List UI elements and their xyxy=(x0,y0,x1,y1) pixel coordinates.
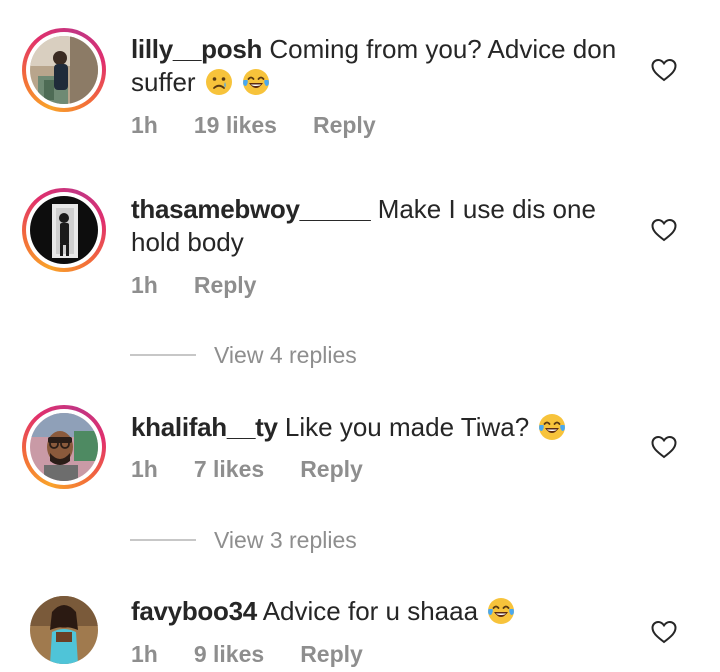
replies-divider xyxy=(130,539,196,541)
comment-time: 1h xyxy=(131,641,158,667)
comment-text: favyboo34 Advice for u shaaa xyxy=(131,595,631,628)
reply-button[interactable]: Reply xyxy=(300,456,363,483)
comment-text: lilly__posh Coming from you? Advice don … xyxy=(131,33,631,99)
replies-divider xyxy=(130,354,196,356)
view-replies-label[interactable]: View 3 replies xyxy=(214,525,357,555)
comment-meta: 1h 9 likes Reply xyxy=(131,641,399,668)
heart-outline-icon[interactable] xyxy=(651,620,677,644)
avatar[interactable] xyxy=(30,413,98,481)
comment-time: 1h xyxy=(131,272,158,298)
comment-likes[interactable]: 19 likes xyxy=(194,112,277,139)
tears-of-joy-emoji-icon xyxy=(243,69,270,95)
crying-face-emoji-icon xyxy=(205,69,232,95)
reply-button[interactable]: Reply xyxy=(194,272,257,299)
avatar[interactable] xyxy=(30,196,98,264)
view-replies-button[interactable]: View 3 replies xyxy=(130,525,430,555)
comment-time: 1h xyxy=(131,112,158,138)
comment-meta: 1h 19 likes Reply xyxy=(131,112,412,139)
comment-username[interactable]: lilly__posh xyxy=(131,34,262,64)
comment-username[interactable]: khalifah__ty xyxy=(131,412,278,442)
heart-outline-icon[interactable] xyxy=(651,435,677,459)
tears-of-joy-emoji-icon xyxy=(488,598,515,624)
comment-username[interactable]: thasamebwoy_____ xyxy=(131,194,371,224)
avatar[interactable] xyxy=(30,36,98,104)
avatar-wrapper[interactable] xyxy=(22,588,106,672)
reply-button[interactable]: Reply xyxy=(300,641,363,668)
avatar-story-ring[interactable] xyxy=(22,28,106,112)
comments-screen: lilly__posh Coming from you? Advice don … xyxy=(0,0,720,672)
heart-outline-icon[interactable] xyxy=(651,58,677,82)
comment-body: Advice for u shaaa xyxy=(262,596,479,626)
comment-meta: 1h Reply xyxy=(131,272,292,299)
comment-meta: 1h 7 likes Reply xyxy=(131,456,399,483)
heart-outline-icon[interactable] xyxy=(651,218,677,242)
comment-body: Like you made Tiwa? xyxy=(284,412,530,442)
comment-text: khalifah__ty Like you made Tiwa? xyxy=(131,411,631,444)
comment-likes[interactable]: 7 likes xyxy=(194,456,264,483)
view-replies-button[interactable]: View 4 replies xyxy=(130,340,430,370)
avatar-story-ring[interactable] xyxy=(22,188,106,272)
avatar-story-ring[interactable] xyxy=(22,405,106,489)
reply-button[interactable]: Reply xyxy=(313,112,376,139)
comment-likes[interactable]: 9 likes xyxy=(194,641,264,668)
comment-text: thasamebwoy_____ Make I use dis one hold… xyxy=(131,193,631,259)
comment-time: 1h xyxy=(131,456,158,482)
view-replies-label[interactable]: View 4 replies xyxy=(214,340,357,370)
tears-of-joy-emoji-icon xyxy=(539,414,566,440)
comment-username[interactable]: favyboo34 xyxy=(131,596,257,626)
avatar[interactable] xyxy=(30,596,98,664)
